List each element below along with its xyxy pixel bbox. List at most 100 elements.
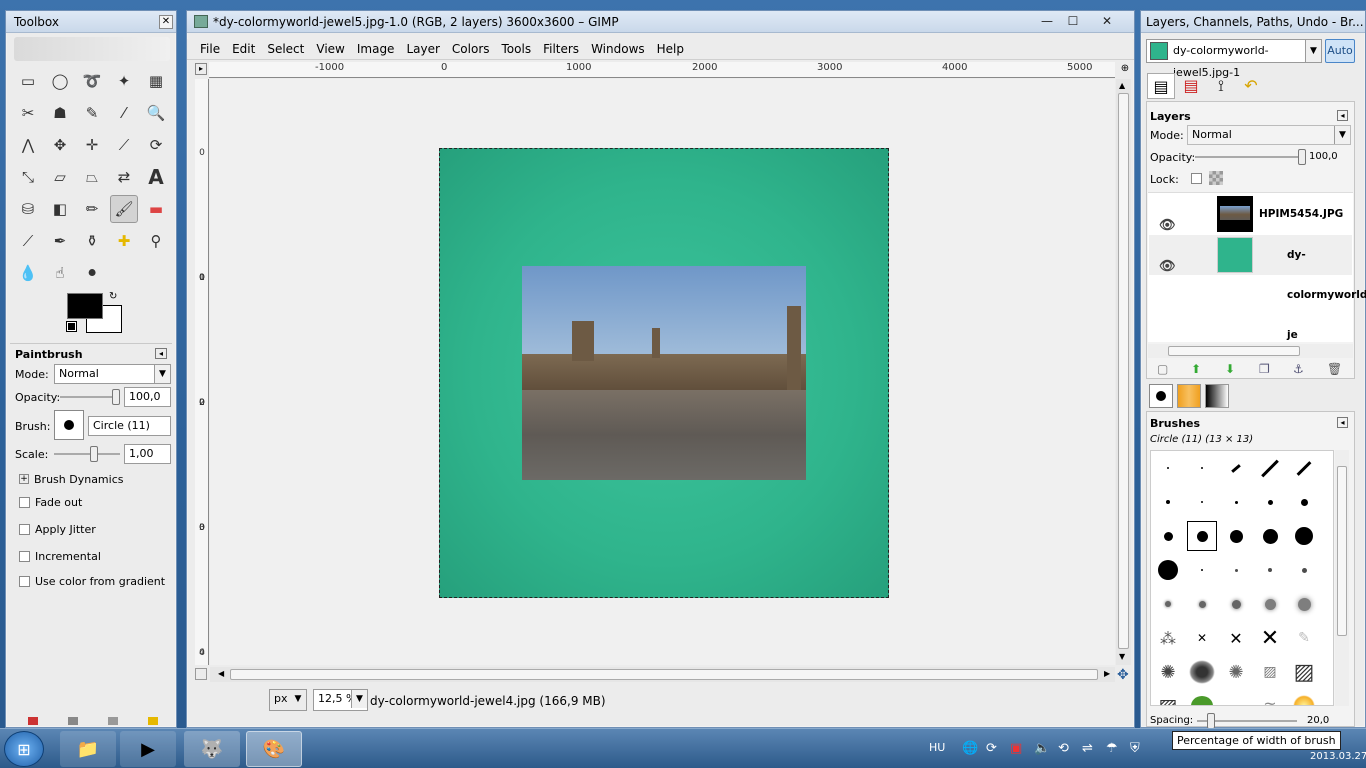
menu-layer[interactable]: Layer — [400, 39, 445, 60]
color-picker-icon[interactable]: ⁄ — [110, 99, 138, 127]
airbrush-icon[interactable]: ⟋ — [14, 227, 42, 255]
paths-icon[interactable]: ✎ — [78, 99, 106, 127]
rotate-icon[interactable]: ⟳ — [142, 131, 170, 159]
menu-windows[interactable]: Windows — [585, 39, 651, 60]
brush-cell[interactable] — [1289, 589, 1319, 619]
scroll-right-icon[interactable]: ▶ — [1104, 669, 1110, 678]
pencil-icon[interactable]: ✏ — [78, 195, 106, 223]
expand-icon[interactable]: + — [19, 474, 29, 484]
brush-cell[interactable] — [1153, 555, 1183, 585]
scroll-left-icon[interactable]: ◀ — [218, 669, 224, 678]
tab-patterns-icon[interactable] — [1177, 384, 1201, 408]
shear-icon[interactable]: ▱ — [46, 163, 74, 191]
menu-edit[interactable]: Edit — [226, 39, 261, 60]
menu-colors[interactable]: Colors — [446, 39, 496, 60]
crop-icon[interactable]: ⟋ — [110, 131, 138, 159]
language-indicator[interactable]: HU — [929, 741, 945, 754]
brush-name-field[interactable]: Circle (11) — [88, 416, 171, 436]
measure-icon[interactable]: ⋀ — [14, 131, 42, 159]
brush-cell[interactable]: ▨ — [1255, 657, 1285, 687]
nav-corner-icon[interactable]: ⊕ — [1119, 63, 1131, 75]
brush-cell[interactable] — [1187, 555, 1217, 585]
brush-cell[interactable] — [1255, 589, 1285, 619]
zoom-fit-icon[interactable] — [195, 668, 207, 680]
restore-options-icon[interactable] — [68, 717, 78, 725]
blend-icon[interactable]: ◧ — [46, 195, 74, 223]
swap-colors-icon[interactable]: ↻ — [109, 291, 117, 302]
scale-icon[interactable]: ⤡ — [14, 163, 42, 191]
save-options-icon[interactable] — [28, 717, 38, 725]
start-button[interactable]: ⊞ — [4, 731, 44, 767]
zoom-icon[interactable]: 🔍 — [142, 99, 170, 127]
tab-brushes-icon[interactable] — [1149, 384, 1173, 408]
brush-cell[interactable] — [1221, 453, 1251, 483]
scale-slider[interactable] — [54, 444, 120, 464]
brush-grid[interactable]: ⁂ ✕ ✕ ✕ ✎ ✺ ✺ ▨ ▨ ▨ ≋ — [1150, 450, 1334, 706]
tab-undo-icon[interactable]: ↶ — [1237, 73, 1265, 99]
brush-cell[interactable]: ⁂ — [1153, 623, 1183, 653]
brush-cell[interactable] — [1221, 521, 1251, 551]
tray-pdf-icon[interactable]: ▣ — [1010, 741, 1022, 756]
brush-cell[interactable]: ✕ — [1221, 623, 1251, 653]
color-select-icon[interactable]: ▦ — [142, 67, 170, 95]
dock-titlebar[interactable]: Layers, Channels, Paths, Undo - Br... — [1141, 11, 1365, 33]
brush-cell[interactable] — [1187, 589, 1217, 619]
taskbar-media-icon[interactable]: ▶ — [120, 731, 176, 767]
lock-alpha-icon[interactable] — [1209, 171, 1223, 185]
taskbar-paint-icon[interactable]: 🎨 — [246, 731, 302, 767]
brush-cell[interactable] — [1221, 589, 1251, 619]
anchor-layer-icon[interactable]: ⚓ — [1293, 362, 1304, 376]
use-color-gradient-checkbox[interactable] — [19, 576, 30, 587]
tab-layers-icon[interactable]: ▤ — [1147, 73, 1175, 99]
brush-cell[interactable]: ▨ — [1153, 691, 1183, 705]
tray-shield-icon[interactable]: ⛨ — [1130, 741, 1140, 756]
layer-row[interactable]: 👁 dy-colormyworld-je — [1149, 235, 1366, 341]
apply-jitter-checkbox[interactable] — [19, 524, 30, 535]
blur-icon[interactable]: 💧 — [14, 259, 42, 287]
maximize-icon[interactable]: ☐ — [1060, 11, 1086, 31]
perspective-clone-icon[interactable]: ⚲ — [142, 227, 170, 255]
spacing-value[interactable]: 20,0 — [1307, 715, 1329, 726]
raise-layer-icon[interactable]: ⬆ — [1191, 362, 1201, 376]
fade-out-checkbox[interactable] — [19, 497, 30, 508]
ink-icon[interactable]: ✒ — [46, 227, 74, 255]
brush-cell[interactable] — [1255, 555, 1285, 585]
brush-cell[interactable] — [1289, 691, 1319, 705]
default-colors-icon[interactable] — [66, 321, 77, 332]
scroll-down-icon[interactable]: ▼ — [1119, 652, 1125, 661]
canvas-area[interactable] — [210, 79, 1115, 665]
zoom-select[interactable]: 12,5 % ▼ — [313, 689, 368, 711]
reset-options-icon[interactable] — [148, 717, 158, 725]
menu-help[interactable]: Help — [651, 39, 690, 60]
flip-icon[interactable]: ⇄ — [110, 163, 138, 191]
image-canvas[interactable] — [439, 148, 889, 598]
layers-opacity-value[interactable]: 100,0 — [1309, 151, 1338, 162]
layer-row[interactable]: 👁 HPIM5454.JPG — [1149, 194, 1352, 234]
minimize-icon[interactable]: — — [1034, 11, 1060, 31]
brushes-menu-icon[interactable]: ◂ — [1337, 417, 1348, 428]
ruler-horizontal[interactable]: -1000 0 1000 2000 3000 4000 5000 — [209, 62, 1115, 78]
opacity-slider[interactable] — [60, 387, 120, 407]
lower-layer-icon[interactable]: ⬇ — [1225, 362, 1235, 376]
brush-cell[interactable] — [1187, 487, 1217, 517]
paintbrush-icon[interactable]: 🖌 — [110, 195, 138, 223]
quickmask-corner-icon[interactable]: ▸ — [195, 63, 207, 75]
foreground-select-icon[interactable]: ☗ — [46, 99, 74, 127]
smudge-icon[interactable]: ☝ — [46, 259, 74, 287]
horizontal-scroll-thumb[interactable] — [230, 669, 1098, 680]
brush-cell[interactable]: ✕ — [1187, 623, 1217, 653]
tray-sync-icon[interactable]: ⟲ — [1058, 741, 1069, 756]
brush-cell[interactable] — [1153, 521, 1183, 551]
incremental-checkbox[interactable] — [19, 551, 30, 562]
brush-preview[interactable] — [54, 410, 84, 440]
vertical-scroll-thumb[interactable] — [1118, 93, 1129, 649]
brush-cell[interactable] — [1255, 453, 1285, 483]
ellipse-select-icon[interactable]: ◯ — [46, 67, 74, 95]
perspective-icon[interactable]: ⏢ — [78, 163, 106, 191]
delete-layer-icon[interactable]: 🗑 — [1327, 362, 1342, 376]
brush-cell[interactable] — [1221, 555, 1251, 585]
brush-cell[interactable] — [1187, 657, 1217, 687]
brush-cell[interactable]: ✕ — [1255, 623, 1285, 653]
free-select-icon[interactable]: ➰ — [78, 67, 106, 95]
brushes-vscroll[interactable] — [1335, 450, 1349, 706]
